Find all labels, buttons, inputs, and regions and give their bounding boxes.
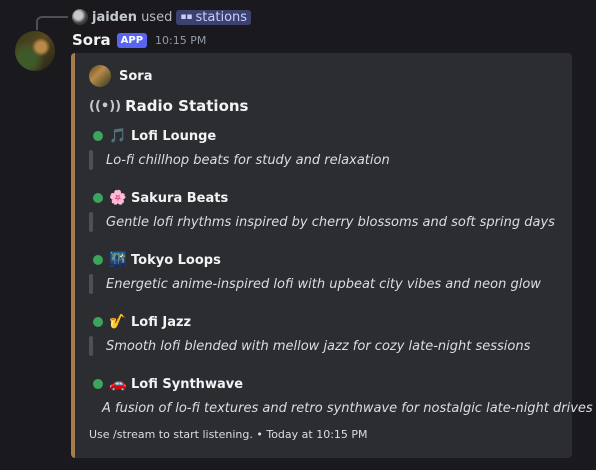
station-description: Lo-fi chillhop beats for study and relax…	[106, 152, 390, 168]
command-name: stations	[195, 9, 248, 25]
embed-author: Sora	[89, 65, 152, 87]
station-name: Tokyo Loops	[131, 252, 221, 268]
reply-avatar[interactable]	[72, 9, 88, 25]
music-note-icon: 🎵	[109, 128, 127, 144]
reply-username[interactable]: jaiden	[92, 10, 137, 25]
reply-context[interactable]: jaiden used ▪▪ stations	[72, 8, 252, 26]
station-name: Lofi Lounge	[131, 128, 217, 144]
station-item: 🌸 Sakura Beats Gentle lofi rhythms inspi…	[89, 188, 559, 238]
station-item: 🚗 Lofi Synthwave A fusion of lo-fi textu…	[89, 374, 593, 424]
station-description: Smooth lofi blended with mellow jazz for…	[106, 338, 531, 354]
command-chip[interactable]: ▪▪ stations	[176, 9, 252, 25]
author-avatar	[89, 65, 111, 87]
station-description: Gentle lofi rhythms inspired by cherry b…	[106, 214, 555, 230]
night-city-icon: 🌃	[109, 252, 127, 268]
embed-footer: Use /stream to start listening. • Today …	[89, 427, 368, 441]
online-status-icon	[93, 131, 103, 141]
reply-verb: used	[141, 9, 173, 25]
radio-waves-icon: ((•))	[89, 98, 122, 114]
online-status-icon	[93, 317, 103, 327]
quote-bar	[89, 212, 93, 232]
online-status-icon	[93, 193, 103, 203]
online-status-icon	[93, 379, 103, 389]
online-status-icon	[93, 255, 103, 265]
saxophone-icon: 🎷	[109, 314, 127, 330]
cherry-blossom-icon: 🌸	[109, 190, 127, 206]
car-icon: 🚗	[109, 376, 127, 392]
slash-command-icon: ▪▪	[180, 11, 193, 22]
station-name: Lofi Jazz	[131, 314, 192, 330]
author-name: Sora	[119, 68, 153, 84]
station-description: A fusion of lo-fi textures and retro syn…	[102, 400, 593, 416]
app-badge: APP	[116, 32, 148, 48]
username[interactable]: Sora	[72, 31, 111, 49]
message-timestamp[interactable]: 10:15 PM	[155, 34, 206, 47]
station-item: 🎵 Lofi Lounge Lo-fi chillhop beats for s…	[89, 126, 559, 176]
reply-connector	[36, 16, 68, 30]
station-name: Lofi Synthwave	[131, 376, 244, 392]
quote-bar	[89, 274, 93, 294]
quote-bar	[89, 150, 93, 170]
station-item: 🎷 Lofi Jazz Smooth lofi blended with mel…	[89, 312, 559, 362]
station-item: 🌃 Tokyo Loops Energetic anime-inspired l…	[89, 250, 559, 300]
station-description: Energetic anime-inspired lofi with upbea…	[106, 276, 541, 292]
station-name: Sakura Beats	[131, 190, 229, 206]
quote-bar	[89, 336, 93, 356]
avatar[interactable]	[15, 31, 55, 71]
embed-title-text: Radio Stations	[125, 97, 249, 115]
embed-title: ((•)) Radio Stations	[89, 96, 248, 116]
message-header: Sora APP 10:15 PM	[72, 30, 206, 50]
embed: Sora ((•)) Radio Stations 🎵 Lofi Lounge …	[71, 53, 593, 458]
